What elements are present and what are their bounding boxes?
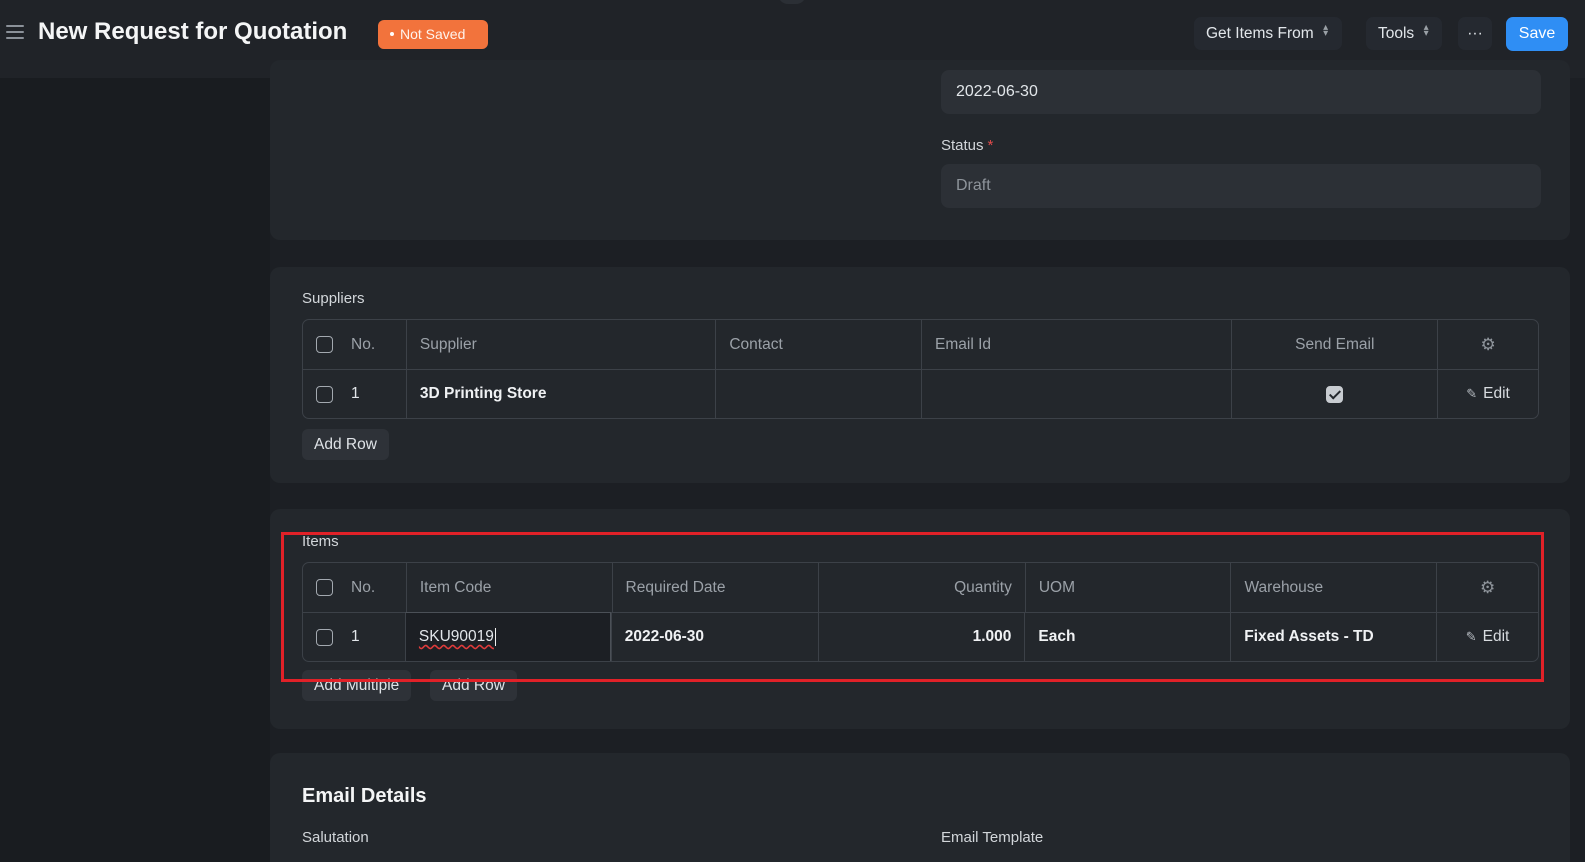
column-header-email-id: Email Id xyxy=(921,320,1231,369)
warehouse-cell[interactable]: Fixed Assets - TD xyxy=(1230,613,1436,661)
dot-icon xyxy=(390,32,394,37)
table-row[interactable]: 1 SKU90019 2022-06-30 1.000 Each Fixed A… xyxy=(303,612,1538,661)
table-header: No. Supplier Contact Email Id Send Email… xyxy=(303,320,1538,369)
updown-icon: ▴ ▾ xyxy=(1323,22,1329,39)
edit-label: Edit xyxy=(1482,628,1510,645)
column-header-send-email: Send Email xyxy=(1231,320,1437,369)
suppliers-label: Suppliers xyxy=(302,290,365,307)
row-number: 1 xyxy=(351,628,360,645)
supplier-cell[interactable]: 3D Printing Store xyxy=(405,370,715,418)
email-id-cell[interactable] xyxy=(921,370,1231,418)
gear-icon[interactable]: ⚙ xyxy=(1480,335,1495,355)
uom-cell[interactable]: Each xyxy=(1024,613,1230,661)
more-actions-button[interactable]: ··· xyxy=(1458,17,1492,50)
column-settings-cell: ⚙ xyxy=(1437,320,1538,369)
updown-icon: ▴ ▾ xyxy=(1423,22,1429,39)
items-label: Items xyxy=(302,533,339,550)
text-caret xyxy=(494,628,496,646)
add-multiple-button[interactable]: Add Multiple xyxy=(302,670,412,701)
date-field[interactable]: 2022-06-30 xyxy=(941,70,1541,114)
tools-label: Tools xyxy=(1378,25,1415,42)
column-header-no: No. xyxy=(351,578,376,596)
email-details-title: Email Details xyxy=(302,785,427,807)
edit-row-button[interactable]: ✎ Edit xyxy=(1436,613,1538,661)
select-all-cell: No. xyxy=(303,563,406,612)
contact-cell[interactable] xyxy=(715,370,921,418)
column-header-contact: Contact xyxy=(715,320,921,369)
salutation-label: Salutation xyxy=(302,829,369,846)
required-marker: * xyxy=(987,137,994,154)
gear-icon[interactable]: ⚙ xyxy=(1480,578,1495,598)
top-notch xyxy=(778,0,806,4)
email-template-label: Email Template xyxy=(941,829,1044,846)
column-header-item-code: Item Code xyxy=(405,563,612,612)
page-title: New Request for Quotation xyxy=(38,18,348,45)
select-all-checkbox[interactable] xyxy=(316,579,333,596)
column-header-required-date: Required Date xyxy=(611,563,819,612)
sidebar xyxy=(0,78,270,862)
column-header-no: No. xyxy=(351,335,376,353)
tools-button[interactable]: Tools ▴ ▾ xyxy=(1366,17,1443,50)
row-select-cell: 1 xyxy=(303,613,406,661)
select-all-cell: No. xyxy=(303,320,406,369)
status-field: Draft xyxy=(941,164,1541,208)
row-checkbox[interactable] xyxy=(316,385,333,403)
column-header-quantity: Quantity xyxy=(818,563,1025,612)
status-badge-text: Not Saved xyxy=(400,26,466,42)
send-email-cell xyxy=(1231,370,1437,418)
table-row[interactable]: 1 3D Printing Store ✎ Edit xyxy=(303,369,1538,418)
table-header: No. Item Code Required Date Quantity UOM… xyxy=(303,563,1538,612)
required-date-cell[interactable]: 2022-06-30 xyxy=(610,613,818,661)
save-button[interactable]: Save xyxy=(1506,17,1568,51)
add-supplier-row-button[interactable]: Add Row xyxy=(302,429,389,460)
send-email-checkbox[interactable] xyxy=(1326,385,1344,403)
menu-icon[interactable] xyxy=(6,25,26,41)
items-table: No. Item Code Required Date Quantity UOM… xyxy=(302,562,1539,662)
item-code-input[interactable]: SKU90019 xyxy=(404,612,611,661)
get-items-from-label: Get Items From xyxy=(1206,25,1314,42)
add-item-row-button[interactable]: Add Row xyxy=(430,670,517,701)
select-all-checkbox[interactable] xyxy=(316,336,333,353)
suppliers-table: No. Supplier Contact Email Id Send Email… xyxy=(302,319,1539,419)
column-header-supplier: Supplier xyxy=(405,320,715,369)
row-checkbox[interactable] xyxy=(316,628,333,646)
edit-row-button[interactable]: ✎ Edit xyxy=(1437,370,1538,418)
pencil-icon: ✎ xyxy=(1466,386,1478,401)
edit-label: Edit xyxy=(1483,385,1510,402)
column-header-uom: UOM xyxy=(1024,563,1231,612)
quantity-cell[interactable]: 1.000 xyxy=(817,613,1025,661)
get-items-from-button[interactable]: Get Items From ▴ ▾ xyxy=(1194,17,1342,50)
item-code-value: SKU90019 xyxy=(418,628,494,645)
column-settings-cell: ⚙ xyxy=(1436,563,1538,612)
column-header-warehouse: Warehouse xyxy=(1230,563,1436,612)
email-details-section xyxy=(270,753,1570,862)
pencil-icon: ✎ xyxy=(1465,629,1477,644)
status-label-text: Status xyxy=(941,137,984,154)
status-label: Status * xyxy=(941,137,993,154)
row-select-cell: 1 xyxy=(303,370,406,418)
status-badge: Not Saved xyxy=(378,20,488,49)
row-number: 1 xyxy=(351,385,360,402)
